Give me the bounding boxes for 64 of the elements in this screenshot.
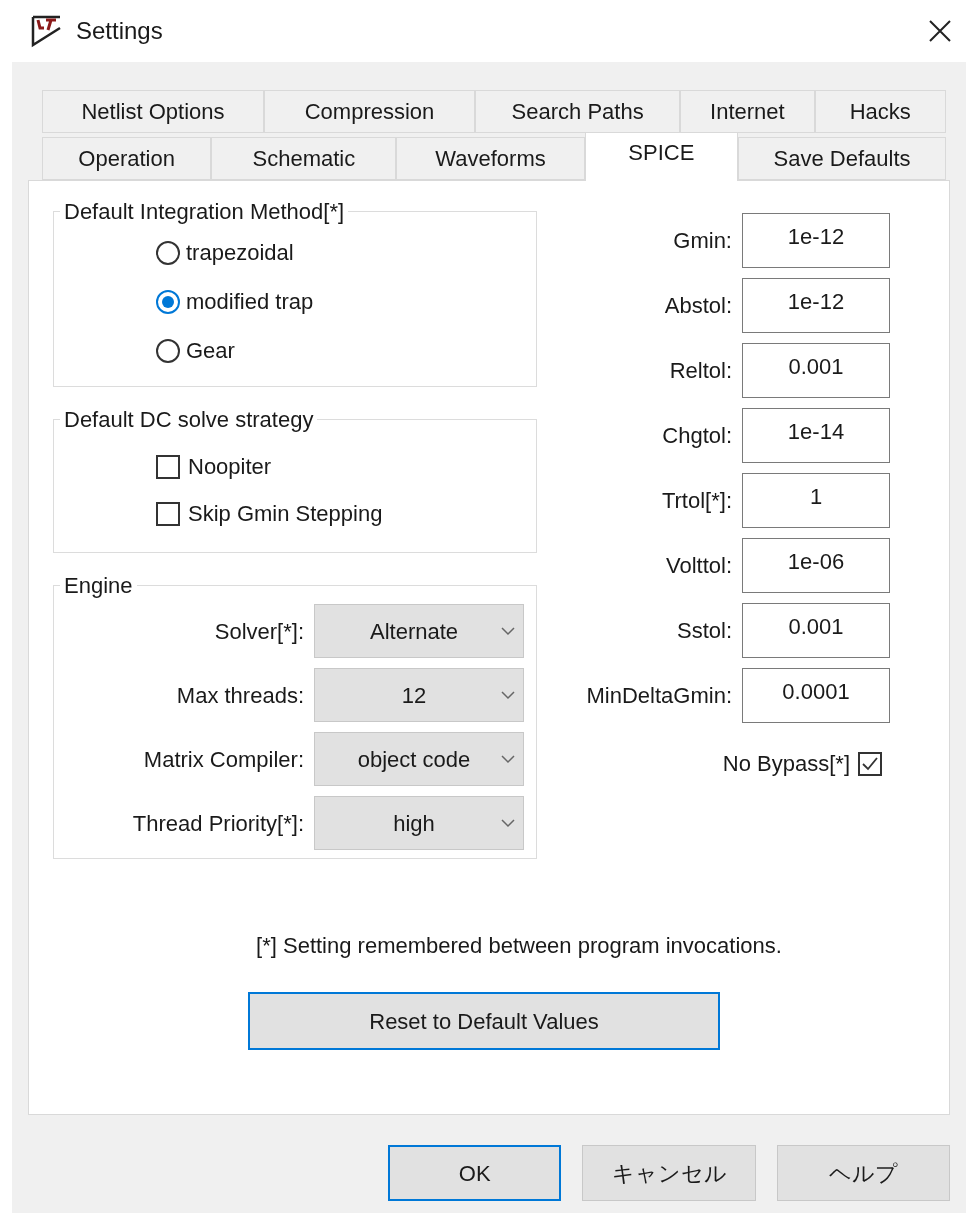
tab[interactable]: SPICE bbox=[584, 132, 739, 181]
checkbox-label: No Bypass[*] bbox=[722, 750, 850, 778]
input-field[interactable]: 0.001 bbox=[742, 603, 890, 658]
field-label: Reltol: bbox=[669, 357, 732, 385]
dropdown-value: high bbox=[392, 809, 436, 838]
chevron-down-icon bbox=[501, 818, 515, 828]
dialog-button[interactable]: ヘルプ bbox=[776, 1145, 950, 1201]
field-label: Solver[*]: bbox=[214, 617, 304, 646]
field-label: Sstol: bbox=[676, 617, 732, 645]
field-label: Thread Priority[*]: bbox=[132, 809, 304, 838]
tab[interactable]: Internet bbox=[680, 90, 815, 133]
field-label: Chgtol: bbox=[662, 422, 732, 450]
checkbox-label: Skip Gmin Stepping bbox=[188, 500, 383, 528]
dialog-button[interactable]: キャンセル bbox=[582, 1145, 756, 1201]
dropdown[interactable]: high bbox=[314, 796, 524, 850]
checkbox[interactable] bbox=[156, 454, 180, 479]
radio-button[interactable] bbox=[156, 289, 180, 314]
tab[interactable]: Search Paths bbox=[475, 90, 681, 133]
field-label: Abstol: bbox=[664, 292, 732, 320]
field-label: Max threads: bbox=[176, 681, 304, 710]
input-field[interactable]: 1e-12 bbox=[742, 213, 890, 268]
close-icon[interactable] bbox=[928, 19, 952, 43]
group-title: Engine bbox=[63, 572, 134, 600]
input-field[interactable]: 1e-12 bbox=[742, 278, 890, 333]
radio-label: Gear bbox=[186, 337, 235, 365]
input-field[interactable]: 0.0001 bbox=[742, 668, 890, 723]
dialog-button[interactable]: OK bbox=[388, 1145, 562, 1201]
radio-label: trapezoidal bbox=[186, 239, 294, 267]
tab[interactable]: Compression bbox=[264, 90, 476, 133]
tab[interactable]: Operation bbox=[42, 137, 212, 180]
dropdown[interactable]: 12 bbox=[314, 668, 524, 722]
chevron-down-icon bbox=[501, 626, 515, 636]
group-title: Default DC solve strategy bbox=[63, 406, 315, 434]
dropdown[interactable]: Alternate bbox=[314, 604, 524, 658]
radio-button[interactable] bbox=[156, 240, 180, 265]
chevron-down-icon bbox=[501, 754, 515, 764]
dropdown[interactable]: object code bbox=[314, 732, 524, 786]
checkbox[interactable] bbox=[858, 751, 882, 776]
tab[interactable]: Save Defaults bbox=[738, 137, 946, 180]
dropdown-value: 12 bbox=[400, 681, 428, 710]
radio-label: modified trap bbox=[186, 288, 314, 316]
tab[interactable]: Hacks bbox=[814, 90, 946, 133]
dropdown-value: object code bbox=[356, 745, 472, 774]
window-title: Settings bbox=[76, 16, 163, 46]
footnote-text: [*] Setting remembered between program invocations. bbox=[255, 932, 783, 960]
checkbox[interactable] bbox=[156, 501, 180, 526]
radio-button[interactable] bbox=[156, 338, 180, 363]
field-label: Matrix Compiler: bbox=[143, 745, 304, 774]
tab[interactable]: Schematic bbox=[211, 137, 397, 180]
tab[interactable]: Netlist Options bbox=[42, 90, 264, 133]
dropdown-value: Alternate bbox=[368, 617, 460, 646]
chevron-down-icon bbox=[501, 690, 515, 700]
group-title: Default Integration Method[*] bbox=[63, 198, 346, 226]
input-field[interactable]: 1e-14 bbox=[742, 408, 890, 463]
field-label: Volttol: bbox=[665, 552, 732, 580]
tab[interactable]: Waveforms bbox=[396, 137, 585, 180]
checkbox-label: Noopiter bbox=[188, 453, 272, 481]
field-label: MinDeltaGmin: bbox=[586, 682, 732, 710]
field-label: Trtol[*]: bbox=[661, 487, 732, 515]
reset-button[interactable]: Reset to Default Values bbox=[248, 992, 720, 1050]
input-field[interactable]: 1e-06 bbox=[742, 538, 890, 593]
input-field[interactable]: 0.001 bbox=[742, 343, 890, 398]
input-field[interactable]: 1 bbox=[742, 473, 890, 528]
field-label: Gmin: bbox=[673, 227, 732, 255]
